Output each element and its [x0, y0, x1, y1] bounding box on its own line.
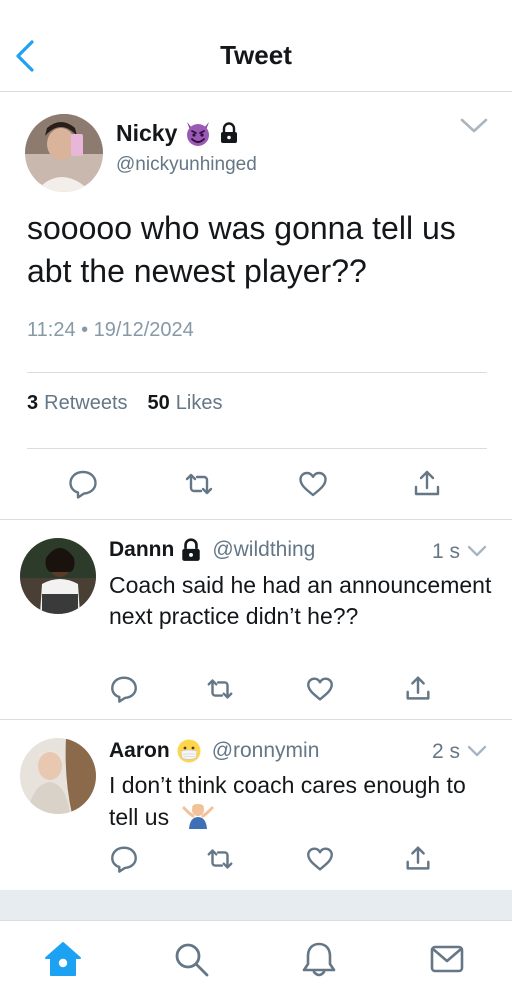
avatar[interactable] [25, 114, 103, 192]
notifications-icon[interactable] [299, 939, 339, 979]
person-shrugging-emoji-icon [182, 804, 214, 829]
reply-author: Dannn @wildthing [109, 538, 315, 562]
retweet-icon[interactable] [205, 844, 235, 874]
author-name[interactable]: Aaron [109, 739, 170, 763]
retweet-icon[interactable] [205, 674, 235, 704]
page-title: Tweet [220, 40, 292, 70]
face-with-medical-mask-emoji-icon [177, 739, 201, 763]
tweet-author: Nicky [116, 118, 239, 148]
share-icon[interactable] [403, 844, 433, 874]
reply-text-content: I don’t think coach cares enough to tell… [109, 772, 466, 830]
reply-tweet[interactable]: Aaron @ronnymin 2 s I don’t think coach … [0, 720, 512, 890]
lock-icon [221, 122, 238, 143]
author-name[interactable]: Nicky [116, 120, 177, 147]
compose-area-separator [0, 890, 512, 920]
likes-count[interactable]: 50 [148, 392, 170, 415]
chevron-down-icon[interactable] [466, 542, 488, 560]
lock-icon [182, 538, 201, 561]
reply-time: 1 s [431, 540, 460, 563]
reply-icon[interactable] [67, 468, 99, 500]
chevron-down-icon[interactable] [466, 742, 488, 760]
chevron-down-icon[interactable] [458, 114, 490, 138]
likes-label[interactable]: Likes [176, 392, 223, 415]
tab-bar [0, 920, 512, 1000]
retweet-icon[interactable] [183, 468, 215, 500]
divider [27, 372, 487, 373]
retweets-count[interactable]: 3 [27, 392, 38, 415]
avatar[interactable] [20, 738, 96, 814]
reply-icon[interactable] [109, 674, 139, 704]
tweet-stats: 3 Retweets 50 Likes [27, 392, 222, 415]
reply-tweet[interactable]: Dannn @wildthing 1 s Coach said he had a… [0, 520, 512, 720]
reply-time: 2 s [431, 740, 460, 763]
avatar[interactable] [20, 538, 96, 614]
reply-text: Coach said he had an announcement next p… [109, 572, 492, 629]
share-icon[interactable] [411, 468, 443, 500]
messages-icon[interactable] [427, 939, 467, 979]
tweet-timestamp: 11:24 • 19/12/2024 [27, 319, 194, 341]
author-handle: @wildthing [212, 538, 316, 561]
reply-author: Aaron @ronnymin [109, 738, 319, 764]
share-icon[interactable] [403, 674, 433, 704]
author-name[interactable]: Dannn [109, 538, 174, 562]
reply-icon[interactable] [109, 844, 139, 874]
smiling-devil-emoji-icon [187, 122, 210, 146]
home-icon[interactable] [43, 939, 83, 979]
search-icon[interactable] [171, 939, 211, 979]
navigation-bar: Tweet [0, 0, 512, 92]
divider [27, 448, 487, 449]
like-heart-icon[interactable] [305, 844, 335, 874]
like-heart-icon[interactable] [305, 674, 335, 704]
main-tweet: Nicky @nickyunhinged sooooo who was gonn… [0, 92, 512, 520]
author-handle: @nickyunhinged [116, 154, 257, 175]
author-handle: @ronnymin [211, 739, 320, 762]
retweets-label[interactable]: Retweets [44, 392, 127, 415]
reply-text: I don’t think coach cares enough to tell… [109, 770, 494, 833]
tweet-text: sooooo who was gonna tell us abt the new… [27, 210, 456, 289]
like-heart-icon[interactable] [297, 468, 329, 500]
